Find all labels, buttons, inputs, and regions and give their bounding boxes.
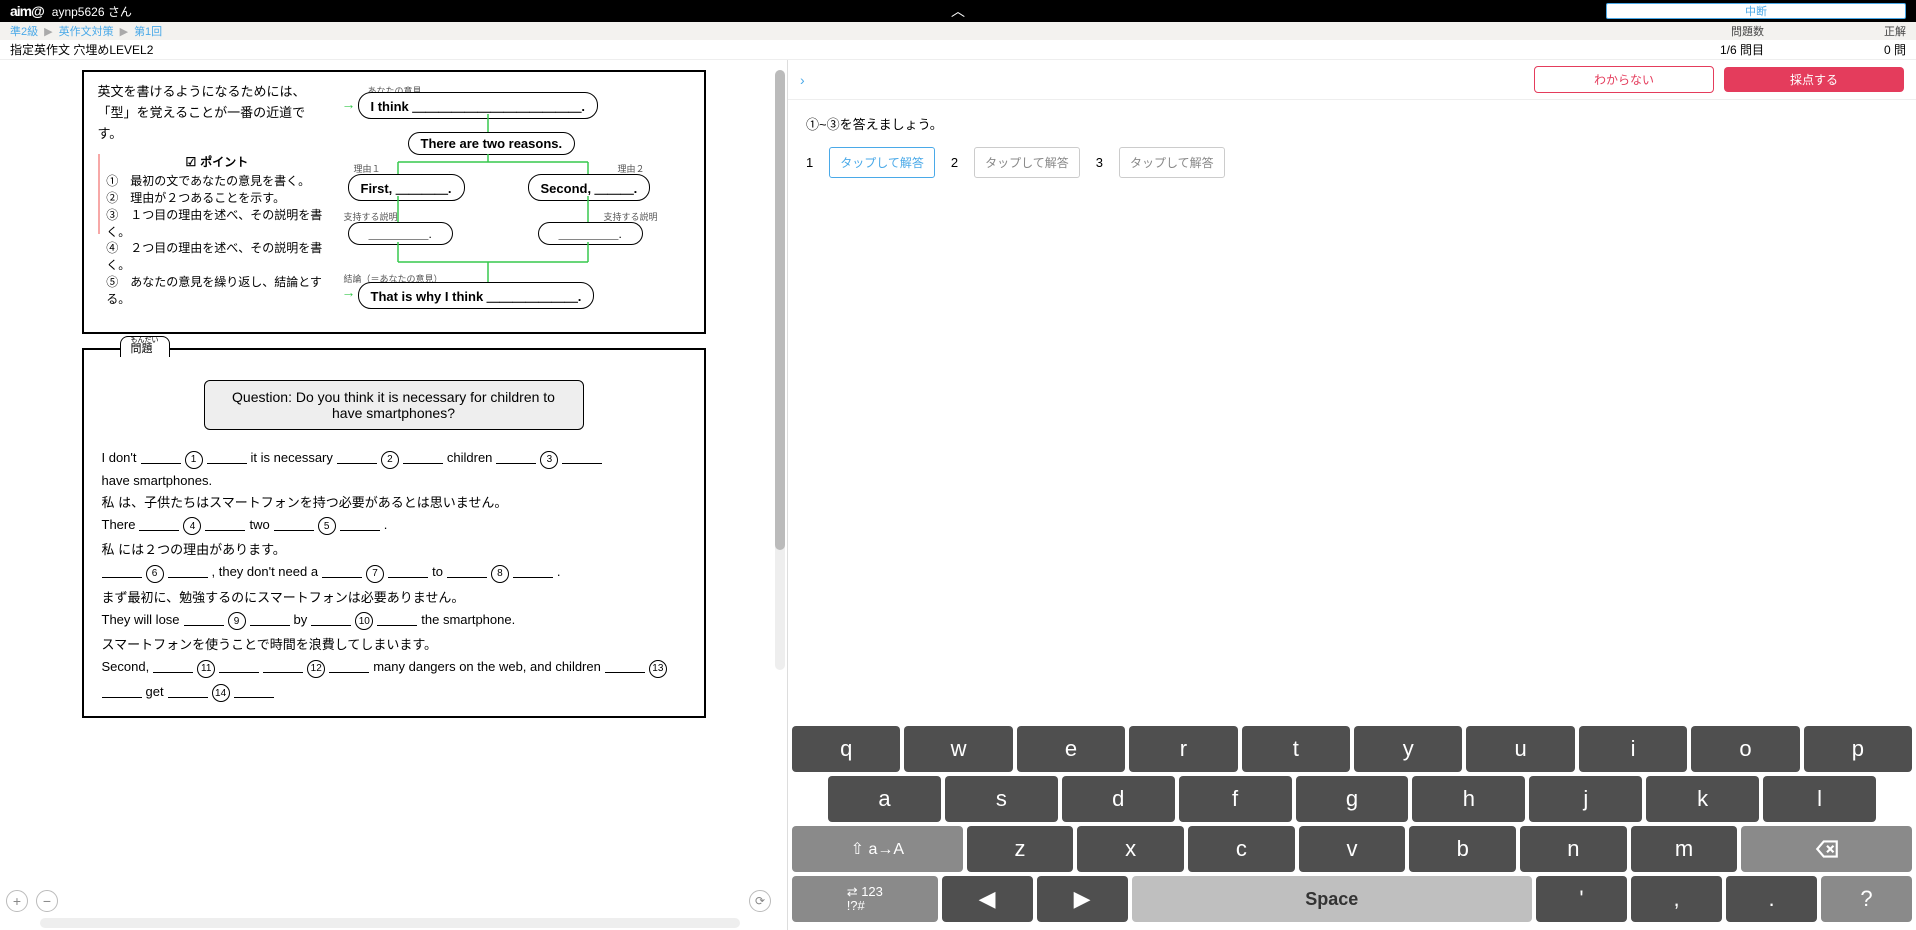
- arrow-right-icon: →: [342, 284, 356, 300]
- chevron-right-icon: ▶: [44, 25, 52, 38]
- crumb-session[interactable]: 第1回: [134, 23, 162, 39]
- key-b[interactable]: b: [1409, 826, 1516, 872]
- crumb-category[interactable]: 英作文対策: [59, 23, 114, 39]
- key-c[interactable]: c: [1188, 826, 1295, 872]
- key-f[interactable]: f: [1179, 776, 1292, 822]
- key-h[interactable]: h: [1412, 776, 1525, 822]
- key-y[interactable]: y: [1354, 726, 1462, 772]
- arrow-right-icon: →: [342, 96, 356, 112]
- problem-tab: もんだい問題: [120, 336, 170, 357]
- key-right[interactable]: ▶: [1037, 876, 1128, 922]
- key-apostrophe[interactable]: ': [1536, 876, 1627, 922]
- key-left[interactable]: ◀: [942, 876, 1033, 922]
- interrupt-button[interactable]: 中断: [1606, 3, 1906, 19]
- sentence-4: They will lose9 by10 the smartphone.: [102, 610, 686, 631]
- flowchart: あなたの意見 → I think ＿＿＿＿＿＿＿＿＿＿＿＿＿. There ar…: [338, 82, 690, 322]
- key-x[interactable]: x: [1077, 826, 1184, 872]
- key-i[interactable]: i: [1579, 726, 1687, 772]
- main: + − ⟳ 英文を書けるようになるためには、 「型」を覚えることが一番の近道です…: [0, 60, 1916, 930]
- key-d[interactable]: d: [1062, 776, 1175, 822]
- explanation-box: 英文を書けるようになるためには、 「型」を覚えることが一番の近道です。 ☑ポイン…: [82, 70, 706, 334]
- refresh-button[interactable]: ⟳: [749, 890, 771, 912]
- sentence-3: 6 , they don't need a7 to8 .: [102, 562, 686, 583]
- key-period[interactable]: .: [1726, 876, 1817, 922]
- key-space[interactable]: Space: [1132, 876, 1532, 922]
- key-s[interactable]: s: [945, 776, 1058, 822]
- key-question[interactable]: ?: [1821, 876, 1912, 922]
- prompt-text: ①~③を答えましょう。: [788, 100, 1916, 147]
- answer-input-3[interactable]: タップして解答: [1119, 147, 1225, 178]
- problem-box: もんだい問題 Question: Do you think it is nece…: [82, 348, 706, 718]
- scrollbar-vertical[interactable]: [775, 70, 785, 670]
- zoom-in-button[interactable]: +: [6, 890, 28, 912]
- key-shift[interactable]: ⇧ a→A: [792, 826, 963, 872]
- key-g[interactable]: g: [1296, 776, 1409, 822]
- crumb-level[interactable]: 準2級: [10, 23, 38, 39]
- key-backspace[interactable]: [1741, 826, 1912, 872]
- key-o[interactable]: o: [1691, 726, 1799, 772]
- keyboard: q w e r t y u i o p a s d f g h j k l: [788, 722, 1916, 930]
- key-e[interactable]: e: [1017, 726, 1125, 772]
- chevron-up-icon[interactable]: ︿: [951, 1, 965, 21]
- counter-value: 1/6 問目: [1720, 41, 1764, 58]
- key-t[interactable]: t: [1242, 726, 1350, 772]
- correct-value: 0 問: [1884, 41, 1906, 58]
- username: aynp5626 さん: [52, 3, 132, 20]
- key-z[interactable]: z: [967, 826, 1074, 872]
- key-p[interactable]: p: [1804, 726, 1912, 772]
- key-v[interactable]: v: [1299, 826, 1406, 872]
- answer-inputs: 1 タップして解答 2 タップして解答 3 タップして解答: [788, 147, 1916, 178]
- dontknow-button[interactable]: わからない: [1534, 66, 1714, 93]
- answer-input-2[interactable]: タップして解答: [974, 147, 1080, 178]
- counter-label: 問題数: [1731, 23, 1764, 39]
- key-u[interactable]: u: [1466, 726, 1574, 772]
- sentence-1: I don't1 it is necessary2 children3 have…: [102, 448, 686, 488]
- scrollbar-horizontal[interactable]: [40, 918, 740, 928]
- key-n[interactable]: n: [1520, 826, 1627, 872]
- title-bar: 指定英作文 穴埋めLEVEL2 1/6 問目 0 問: [0, 40, 1916, 60]
- answer-toolbar: › わからない 採点する: [788, 60, 1916, 100]
- sentence-2: There4 two5 .: [102, 515, 686, 536]
- zoom-out-button[interactable]: −: [36, 890, 58, 912]
- right-pane: › わからない 採点する ①~③を答えましょう。 1 タップして解答 2 タップ…: [788, 60, 1916, 930]
- answer-input-1[interactable]: タップして解答: [829, 147, 935, 178]
- correct-label: 正解: [1884, 23, 1906, 39]
- sentence-5: Second,11 12 many dangers on the web, an…: [102, 657, 686, 702]
- grade-button[interactable]: 採点する: [1724, 67, 1904, 92]
- chevron-right-icon: ▶: [120, 25, 128, 38]
- check-icon: ☑: [185, 154, 196, 171]
- key-a[interactable]: a: [828, 776, 941, 822]
- key-m[interactable]: m: [1631, 826, 1738, 872]
- key-j[interactable]: j: [1529, 776, 1642, 822]
- logo: aim@: [10, 3, 44, 19]
- question-box: Question: Do you think it is necessary f…: [204, 380, 584, 430]
- chevron-right-icon[interactable]: ›: [800, 72, 805, 88]
- key-w[interactable]: w: [904, 726, 1012, 772]
- breadcrumb: 準2級 ▶ 英作文対策 ▶ 第1回 問題数 正解: [0, 22, 1916, 40]
- left-pane: + − ⟳ 英文を書けるようになるためには、 「型」を覚えることが一番の近道です…: [0, 60, 788, 930]
- top-bar: aim@ aynp5626 さん ︿ 中断: [0, 0, 1916, 22]
- explanation-text: 英文を書けるようになるためには、 「型」を覚えることが一番の近道です。 ☑ポイン…: [98, 82, 328, 322]
- key-q[interactable]: q: [792, 726, 900, 772]
- key-k[interactable]: k: [1646, 776, 1759, 822]
- key-l[interactable]: l: [1763, 776, 1876, 822]
- key-r[interactable]: r: [1129, 726, 1237, 772]
- key-mode[interactable]: ⇄ 123 !?#: [792, 876, 938, 922]
- page-title: 指定英作文 穴埋めLEVEL2: [10, 41, 153, 58]
- key-comma[interactable]: ,: [1631, 876, 1722, 922]
